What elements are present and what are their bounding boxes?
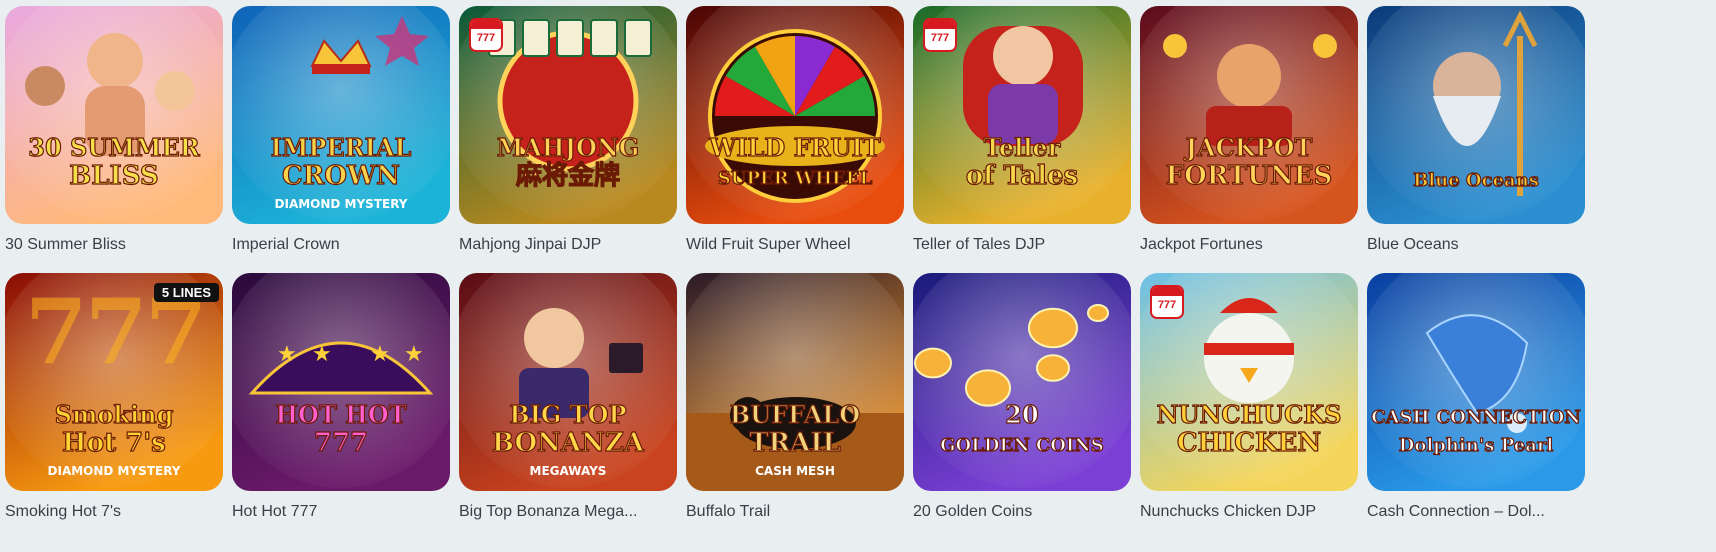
game-title[interactable]: Imperial Crown <box>232 236 452 254</box>
game-logo-sub: DIAMOND MYSTERY <box>48 464 181 478</box>
jackpot-777-badge: 777 <box>1150 285 1184 319</box>
game-title[interactable]: 30 Summer Bliss <box>5 236 225 254</box>
game-logo-line1: 30 SUMMER <box>28 133 200 162</box>
game-thumbnail[interactable]: JACKPOT FORTUNES <box>1140 6 1358 224</box>
game-thumbnail[interactable]: BUFFALO TRAIL CASH MESH <box>686 273 904 491</box>
game-title[interactable]: 20 Golden Coins <box>913 503 1133 521</box>
game-logo-line1: MAHJONG <box>497 133 640 162</box>
game-logo-line2: of Tales <box>966 161 1078 191</box>
stage-icon: ★ ★ ★ ★ <box>248 341 434 395</box>
game-logo-line2: Dolphin's Pearl <box>1399 435 1554 456</box>
svg-text:7: 7 <box>25 279 88 385</box>
game-title[interactable]: Mahjong Jinpai DJP <box>459 236 679 254</box>
badge-bar <box>471 20 501 29</box>
game-tile[interactable]: 7 7 7 Smoking Hot 7's DIAMOND MYSTERY 5 LINES S… <box>5 273 227 521</box>
badge-label: 777 <box>930 32 950 44</box>
game-logo-line2: CROWN <box>282 161 400 191</box>
svg-text:★: ★ <box>277 341 297 366</box>
game-logo-line2: CHICKEN <box>1177 428 1321 458</box>
game-logo-line2: GOLDEN COINS <box>940 435 1104 456</box>
game-tile[interactable]: WILD FRUIT SUPER WHEEL Wild Fruit Super Wh… <box>686 6 908 254</box>
game-logo-line2: Hot 7's <box>62 428 166 458</box>
badge-bar <box>1152 287 1182 296</box>
game-tile[interactable]: NUNCHUCKS CHICKEN 777 Nunchucks Chicken DJP <box>1140 273 1362 521</box>
game-thumbnail[interactable]: CASH CONNECTION Dolphin's Pearl <box>1367 273 1585 491</box>
game-thumbnail[interactable]: Blue Oceans <box>1367 6 1585 224</box>
game-logo-line1: Blue Oceans <box>1413 170 1539 191</box>
game-thumbnail[interactable]: WILD FRUIT SUPER WHEEL <box>686 6 904 224</box>
game-title[interactable]: Hot Hot 777 <box>232 503 452 521</box>
lines-badge: 5 LINES <box>153 283 219 302</box>
game-title[interactable]: Nunchucks Chicken DJP <box>1140 503 1360 521</box>
game-logo-line2: BLISS <box>69 161 158 191</box>
game-title[interactable]: Smoking Hot 7's <box>5 503 225 521</box>
game-thumbnail[interactable]: Teller of Tales 777 <box>913 6 1131 224</box>
game-title[interactable]: Buffalo Trail <box>686 503 906 521</box>
game-logo-line2: BONANZA <box>492 428 645 458</box>
svg-text:7: 7 <box>85 279 148 385</box>
game-thumbnail[interactable]: 20 GOLDEN COINS <box>913 273 1131 491</box>
jackpot-777-badge: 777 <box>469 18 503 52</box>
game-tile[interactable]: MAHJONG 麻将金牌 777 Mahjong Jinpai DJP <box>459 6 681 254</box>
game-logo-line1: CASH CONNECTION <box>1371 407 1580 428</box>
game-tile[interactable]: ★ ★ ★ ★ HOT HOT 777 Hot Hot 777 <box>232 273 454 521</box>
game-logo-line2: 777 <box>314 428 368 458</box>
game-thumbnail[interactable]: BIG TOP BONANZA MEGAWAYS <box>459 273 677 491</box>
game-tile[interactable]: Teller of Tales 777 Teller of Tales DJP <box>913 6 1135 254</box>
game-tile[interactable]: IMPERIAL CROWN DIAMOND MYSTERY Imperial Cro… <box>232 6 454 254</box>
game-logo-line1: NUNCHUCKS <box>1157 400 1342 429</box>
game-tile[interactable]: CASH CONNECTION Dolphin's Pearl Cash Conne… <box>1367 273 1589 521</box>
badge-label: 777 <box>476 32 496 44</box>
badge-label: 777 <box>1157 299 1177 311</box>
storyteller-icon <box>963 26 1083 146</box>
game-logo-line1: Teller <box>984 133 1061 162</box>
svg-text:★: ★ <box>370 341 390 366</box>
game-logo-sub: DIAMOND MYSTERY <box>275 197 408 211</box>
game-logo-line1: BIG TOP <box>509 400 626 429</box>
game-grid: 30 SUMMER BLISS 30 Summer Bliss IMPERIAL CRO… <box>0 0 1716 552</box>
game-title[interactable]: Blue Oceans <box>1367 236 1587 254</box>
game-logo-line1: HOT HOT <box>275 400 406 429</box>
game-logo-line2: FORTUNES <box>1166 161 1333 191</box>
game-thumbnail[interactable]: ★ ★ ★ ★ HOT HOT 777 <box>232 273 450 491</box>
jackpot-777-badge: 777 <box>923 18 957 52</box>
game-title[interactable]: Wild Fruit Super Wheel <box>686 236 906 254</box>
game-tile[interactable]: JACKPOT FORTUNES Jackpot Fortunes <box>1140 6 1362 254</box>
game-logo-line1: Smoking <box>55 400 174 429</box>
game-logo-line2: 麻将金牌 <box>515 160 620 191</box>
game-thumbnail[interactable]: NUNCHUCKS CHICKEN 777 <box>1140 273 1358 491</box>
game-tile[interactable]: BUFFALO TRAIL CASH MESH Buffalo Trail <box>686 273 908 521</box>
game-logo-line2: TRAIL <box>749 428 841 458</box>
game-logo-line1: IMPERIAL <box>271 133 412 162</box>
game-thumbnail[interactable]: IMPERIAL CROWN DIAMOND MYSTERY <box>232 6 450 224</box>
game-tile[interactable]: BIG TOP BONANZA MEGAWAYS Big Top Bonanza Me… <box>459 273 681 521</box>
svg-text:★: ★ <box>312 341 332 366</box>
svg-text:★: ★ <box>404 341 424 366</box>
game-logo-line1: WILD FRUIT <box>708 133 880 162</box>
game-thumbnail[interactable]: 30 SUMMER BLISS <box>5 6 223 224</box>
game-logo-line1: 20 <box>1005 400 1038 429</box>
game-tile[interactable]: 20 GOLDEN COINS 20 Golden Coins <box>913 273 1135 521</box>
game-tile[interactable]: 30 SUMMER BLISS 30 Summer Bliss <box>5 6 227 254</box>
game-logo-line1: JACKPOT <box>1184 133 1313 162</box>
game-title[interactable]: Jackpot Fortunes <box>1140 236 1360 254</box>
game-title[interactable]: Cash Connection – Dol... <box>1367 503 1587 521</box>
game-logo-sub: CASH MESH <box>755 464 835 478</box>
game-title[interactable]: Big Top Bonanza Mega... <box>459 503 679 521</box>
game-logo-line2: SUPER WHEEL <box>718 168 873 189</box>
game-thumbnail[interactable]: MAHJONG 麻将金牌 777 <box>459 6 677 224</box>
game-title[interactable]: Teller of Tales DJP <box>913 236 1133 254</box>
game-logo-line1: BUFFALO <box>730 400 860 429</box>
game-thumbnail[interactable]: 7 7 7 Smoking Hot 7's DIAMOND MYSTERY 5 LINES <box>5 273 223 491</box>
badge-bar <box>925 20 955 29</box>
game-logo-sub: MEGAWAYS <box>530 464 607 478</box>
game-tile[interactable]: Blue Oceans Blue Oceans <box>1367 6 1589 254</box>
